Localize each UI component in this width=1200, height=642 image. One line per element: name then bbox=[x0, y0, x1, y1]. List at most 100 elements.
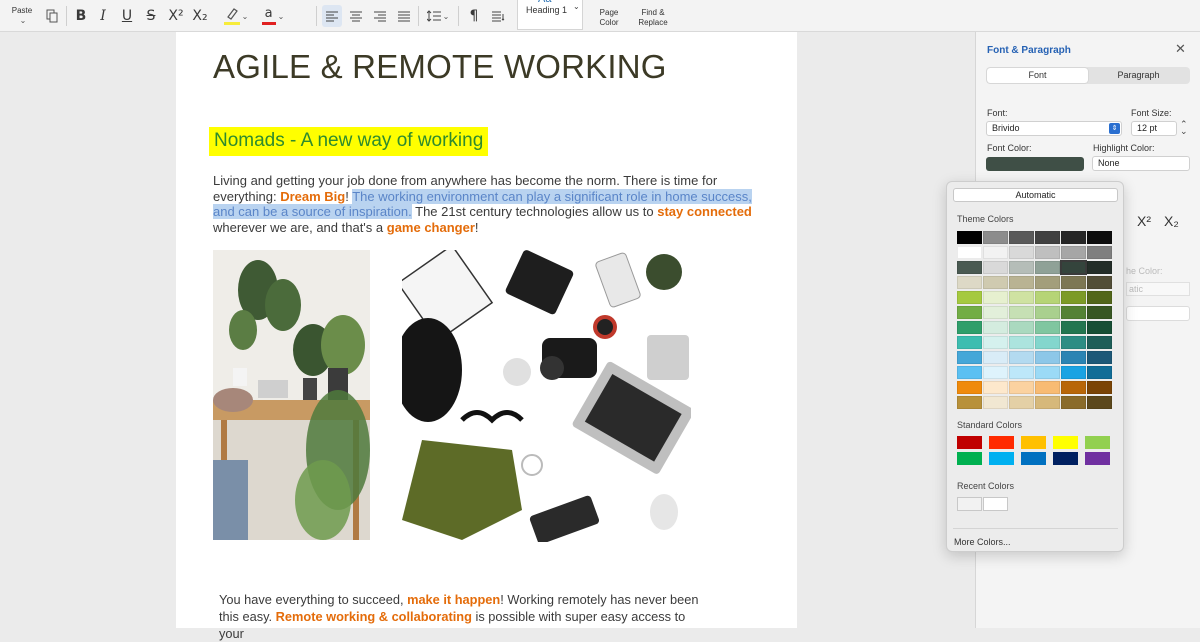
theme-color-swatch[interactable] bbox=[1061, 396, 1086, 409]
standard-color-swatch[interactable] bbox=[1021, 452, 1046, 465]
bold-button[interactable]: B bbox=[72, 0, 90, 32]
align-center-icon[interactable] bbox=[346, 0, 366, 32]
highlight-color-button[interactable]: ⌄ bbox=[218, 0, 254, 32]
theme-color-swatch[interactable] bbox=[1035, 321, 1060, 334]
paragraph-remote[interactable]: You have everything to succeed, make it … bbox=[219, 591, 705, 642]
italic-button[interactable]: I bbox=[94, 0, 112, 32]
theme-color-swatch[interactable] bbox=[1087, 321, 1112, 334]
theme-color-swatch[interactable] bbox=[1087, 261, 1112, 274]
theme-color-swatch[interactable] bbox=[1061, 321, 1086, 334]
theme-color-swatch[interactable] bbox=[1035, 261, 1060, 274]
theme-color-swatch[interactable] bbox=[1061, 276, 1086, 289]
theme-color-swatch[interactable] bbox=[1061, 336, 1086, 349]
theme-color-swatch[interactable] bbox=[1061, 231, 1086, 244]
theme-color-swatch[interactable] bbox=[957, 231, 982, 244]
theme-color-swatch[interactable] bbox=[983, 306, 1008, 319]
theme-color-swatch[interactable] bbox=[957, 351, 982, 364]
theme-color-swatch[interactable] bbox=[1087, 351, 1112, 364]
flat-lay-devices-image[interactable] bbox=[402, 250, 691, 542]
automatic-color-button[interactable]: Automatic bbox=[953, 188, 1118, 202]
theme-color-swatch[interactable] bbox=[983, 396, 1008, 409]
theme-color-swatch[interactable] bbox=[1035, 396, 1060, 409]
theme-color-swatch[interactable] bbox=[957, 381, 982, 394]
font-size-stepper[interactable]: ⌃ ⌄ bbox=[1180, 120, 1188, 136]
theme-color-swatch[interactable] bbox=[1035, 291, 1060, 304]
document-page[interactable]: AGILE & REMOTE WORKING Nomads - A new wa… bbox=[176, 32, 797, 641]
theme-color-swatch[interactable] bbox=[957, 336, 982, 349]
document-title[interactable]: AGILE & REMOTE WORKING bbox=[213, 48, 667, 86]
standard-color-swatch[interactable] bbox=[989, 452, 1014, 465]
theme-color-swatch[interactable] bbox=[1087, 396, 1112, 409]
theme-color-swatch[interactable] bbox=[1035, 351, 1060, 364]
theme-color-swatch[interactable] bbox=[983, 321, 1008, 334]
align-left-icon[interactable] bbox=[322, 5, 342, 27]
theme-color-swatch[interactable] bbox=[1035, 336, 1060, 349]
font-select[interactable]: Brivido ⇕ bbox=[986, 121, 1122, 136]
theme-color-swatch[interactable] bbox=[1060, 260, 1087, 275]
theme-color-swatch[interactable] bbox=[1009, 336, 1034, 349]
theme-color-swatch[interactable] bbox=[1087, 246, 1112, 259]
theme-color-swatch[interactable] bbox=[1009, 366, 1034, 379]
theme-color-swatch[interactable] bbox=[983, 246, 1008, 259]
theme-color-swatch[interactable] bbox=[1009, 351, 1034, 364]
theme-color-swatch[interactable] bbox=[983, 261, 1008, 274]
close-icon[interactable]: ✕ bbox=[1175, 42, 1186, 57]
theme-color-swatch[interactable] bbox=[1087, 231, 1112, 244]
underline-color-select[interactable]: atic bbox=[1126, 282, 1190, 296]
pilcrow-icon[interactable]: ¶ bbox=[465, 0, 483, 32]
theme-color-swatch[interactable] bbox=[1035, 276, 1060, 289]
recent-color-swatch[interactable] bbox=[983, 497, 1008, 511]
font-size-input[interactable]: 12 pt bbox=[1131, 121, 1177, 136]
theme-color-swatch[interactable] bbox=[1087, 336, 1112, 349]
line-spacing-button[interactable]: ⌄ bbox=[422, 0, 454, 32]
subscript-button[interactable]: X₂ bbox=[190, 0, 210, 32]
theme-color-swatch[interactable] bbox=[1087, 381, 1112, 394]
theme-color-swatch[interactable] bbox=[957, 291, 982, 304]
theme-color-swatch[interactable] bbox=[957, 276, 982, 289]
theme-color-swatch[interactable] bbox=[1009, 276, 1034, 289]
theme-color-swatch[interactable] bbox=[1009, 321, 1034, 334]
underline-button[interactable]: U bbox=[118, 0, 136, 32]
page-color-button[interactable]: Page Color bbox=[592, 0, 626, 32]
theme-color-swatch[interactable] bbox=[1035, 381, 1060, 394]
theme-color-swatch[interactable] bbox=[1087, 366, 1112, 379]
theme-color-swatch[interactable] bbox=[957, 366, 982, 379]
standard-color-swatch[interactable] bbox=[1053, 452, 1078, 465]
theme-color-swatch[interactable] bbox=[957, 396, 982, 409]
justify-icon[interactable] bbox=[394, 0, 414, 32]
standard-color-swatch[interactable] bbox=[1053, 436, 1078, 449]
superscript-button[interactable]: X² bbox=[166, 0, 186, 32]
theme-color-swatch[interactable] bbox=[1009, 261, 1034, 274]
theme-color-swatch[interactable] bbox=[1009, 381, 1034, 394]
font-color-picker[interactable] bbox=[986, 157, 1084, 171]
theme-color-swatch[interactable] bbox=[1035, 366, 1060, 379]
standard-color-swatch[interactable] bbox=[1021, 436, 1046, 449]
theme-color-swatch[interactable] bbox=[1035, 246, 1060, 259]
theme-color-swatch[interactable] bbox=[1061, 306, 1086, 319]
recent-color-swatch[interactable] bbox=[957, 497, 982, 511]
paragraph-intro[interactable]: Living and getting your job done from an… bbox=[213, 173, 761, 235]
subscript-button[interactable]: X₂ bbox=[1164, 213, 1179, 229]
theme-color-swatch[interactable] bbox=[983, 291, 1008, 304]
theme-color-swatch[interactable] bbox=[1009, 306, 1034, 319]
format-painter-icon[interactable] bbox=[42, 0, 62, 32]
theme-color-swatch[interactable] bbox=[1061, 291, 1086, 304]
standard-color-swatch[interactable] bbox=[1085, 452, 1110, 465]
theme-color-swatch[interactable] bbox=[957, 306, 982, 319]
theme-color-swatch[interactable] bbox=[957, 261, 982, 274]
theme-color-swatch[interactable] bbox=[1061, 366, 1086, 379]
strikethrough-button[interactable]: S bbox=[142, 0, 160, 32]
theme-color-swatch[interactable] bbox=[1009, 291, 1034, 304]
theme-color-swatch[interactable] bbox=[983, 351, 1008, 364]
standard-color-swatch[interactable] bbox=[989, 436, 1014, 449]
office-plants-image[interactable] bbox=[213, 250, 370, 540]
tab-font[interactable]: Font bbox=[987, 68, 1088, 83]
align-right-icon[interactable] bbox=[370, 0, 390, 32]
theme-color-swatch[interactable] bbox=[1087, 291, 1112, 304]
tab-paragraph[interactable]: Paragraph bbox=[1088, 68, 1189, 83]
theme-color-swatch[interactable] bbox=[1009, 246, 1034, 259]
font-color-button[interactable]: a ⌄ bbox=[256, 0, 290, 32]
theme-color-swatch[interactable] bbox=[983, 336, 1008, 349]
highlight-color-select[interactable]: None bbox=[1092, 156, 1190, 171]
theme-color-swatch[interactable] bbox=[1061, 351, 1086, 364]
